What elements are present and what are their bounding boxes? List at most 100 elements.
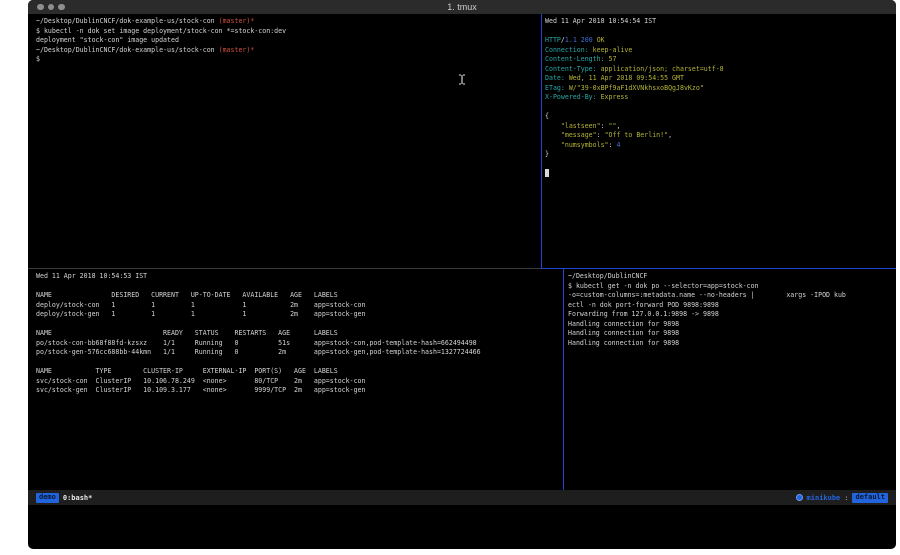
terminal-line: deploy/stock-gen 1 1 1 1 2m app=stock-ge… xyxy=(36,310,563,320)
terminal-line: NAME READY STATUS RESTARTS AGE LABELS xyxy=(36,329,563,339)
terminal-text-segment: Content-Type: xyxy=(545,65,597,73)
terminal-line: "numsymbols": 4 xyxy=(545,141,896,151)
terminal-line xyxy=(545,169,896,179)
terminal-text-segment: Handling connection for 9898 xyxy=(568,320,679,328)
terminal-text-segment: { xyxy=(545,112,549,120)
terminal-text-segment: } xyxy=(545,150,549,158)
terminal-text-segment: po/stock-gen-576cc688bb-44kmn 1/1 Runnin… xyxy=(36,348,481,356)
terminal-line: } xyxy=(545,150,896,160)
terminal-text-segment: NAME READY STATUS RESTARTS AGE LABELS xyxy=(36,329,338,337)
terminal-line xyxy=(36,282,563,292)
terminal-line: ectl -n dok port-forward POD 9898:9898 xyxy=(568,301,896,311)
terminal-text-segment xyxy=(545,131,561,139)
tmux-status-bar: demo 0:bash* minikube : default xyxy=(28,490,896,505)
terminal-text-segment: ectl -n dok port-forward POD 9898:9898 xyxy=(568,301,719,309)
terminal-line: svc/stock-gen ClusterIP 10.109.3.177 <no… xyxy=(36,386,563,396)
terminal-line: svc/stock-con ClusterIP 10.106.78.249 <n… xyxy=(36,377,563,387)
terminal-text-segment: X-Powered-By: xyxy=(545,93,597,101)
terminal-text-segment: ~/Desktop/DublinCNCF xyxy=(568,272,647,280)
terminal-line: { xyxy=(545,112,896,122)
terminal-line: "message": "Off to Berlin!", xyxy=(545,131,896,141)
terminal-text-segment: NAME TYPE CLUSTER-IP EXTERNAL-IP PORT(S)… xyxy=(36,367,338,375)
terminal-line: Connection: keep-alive xyxy=(545,46,896,56)
terminal-text-segment: (master)* xyxy=(215,46,255,54)
terminal-text-segment: $ kubectl get -n dok po --selector=app=s… xyxy=(568,282,759,290)
terminal-text-segment: HTTP xyxy=(545,36,561,44)
terminal-line: Handling connection for 9898 xyxy=(568,339,896,349)
status-right: minikube : default xyxy=(796,493,888,503)
terminal-line xyxy=(36,358,563,368)
terminal-line: Content-Type: application/json; charset=… xyxy=(545,65,896,75)
terminal-text-segment: Handling connection for 9898 xyxy=(568,339,679,347)
terminal-text-segment: svc/stock-gen ClusterIP 10.109.3.177 <no… xyxy=(36,386,366,394)
terminal-line: deploy/stock-con 1 1 1 1 2m app=stock-co… xyxy=(36,301,563,311)
kube-namespace-badge: default xyxy=(852,493,888,503)
kubernetes-icon xyxy=(796,494,803,501)
terminal-line: deployment "stock-con" image updated xyxy=(36,36,541,46)
terminal-line: Wed 11 Apr 2018 10:54:54 IST xyxy=(545,17,896,27)
minimize-button[interactable] xyxy=(48,4,55,11)
terminal-text-segment: Wed 11 Apr 2018 10:54:53 IST xyxy=(36,272,147,280)
terminal-line xyxy=(545,160,896,170)
terminal-text-segment: ~/Desktop/DublinCNCF/dok-example-us/stoc… xyxy=(36,46,215,54)
terminal-text-segment: W/"39-0xBPf9aF1dXVNkhsxoBQgJ8vKzo" xyxy=(565,84,704,92)
context-separator: : xyxy=(844,494,848,502)
pane-top-left-shell[interactable]: ~/Desktop/DublinCNCF/dok-example-us/stoc… xyxy=(28,14,541,268)
terminal-line xyxy=(36,320,563,330)
titlebar[interactable]: 1. tmux xyxy=(28,0,896,14)
terminal-line xyxy=(545,103,896,113)
terminal-text-segment: "numsymbols" xyxy=(561,141,609,149)
terminal-text-segment: Date: xyxy=(545,74,565,82)
terminal-line xyxy=(545,27,896,37)
terminal-text-segment: -o=custom-columns=:metadata.name --no-he… xyxy=(568,291,846,299)
terminal-text-segment xyxy=(545,141,561,149)
terminal-line: Forwarding from 127.0.0.1:9898 -> 9898 xyxy=(568,310,896,320)
terminal-text-segment: ETag: xyxy=(545,84,565,92)
terminal-line: X-Powered-By: Express xyxy=(545,93,896,103)
terminal-line: Content-Length: 57 xyxy=(545,55,896,65)
traffic-lights xyxy=(37,4,65,11)
pane-bottom-left-kubectl-watch[interactable]: Wed 11 Apr 2018 10:54:53 IST NAME DESIRED… xyxy=(28,269,563,490)
terminal-line: -o=custom-columns=:metadata.name --no-he… xyxy=(568,291,896,301)
window-title: 1. tmux xyxy=(28,2,896,12)
block-cursor xyxy=(545,169,549,177)
terminal-line: $ kubectl -n dok set image deployment/st… xyxy=(36,27,541,37)
terminal-text-segment: Forwarding from 127.0.0.1:9898 -> 9898 xyxy=(568,310,719,318)
terminal-line: $ kubectl get -n dok po --selector=app=s… xyxy=(568,282,896,292)
terminal-line: ~/Desktop/DublinCNCF/dok-example-us/stoc… xyxy=(36,17,541,27)
kube-context-label: minikube xyxy=(807,494,841,502)
terminal-line: ETag: W/"39-0xBPf9aF1dXVNkhsxoBQgJ8vKzo" xyxy=(545,84,896,94)
terminal-text-segment: 4 xyxy=(616,141,620,149)
terminal-line: NAME TYPE CLUSTER-IP EXTERNAL-IP PORT(S)… xyxy=(36,367,563,377)
terminal-text-segment: 57 xyxy=(605,55,617,63)
terminal-text-segment: po/stock-con-bb68f88fd-kzsxz 1/1 Running… xyxy=(36,339,477,347)
terminal-line: po/stock-con-bb68f88fd-kzsxz 1/1 Running… xyxy=(36,339,563,349)
terminal-text-segment: (master)* xyxy=(215,17,255,25)
pane-top-right-http-watch[interactable]: Wed 11 Apr 2018 10:54:54 IST HTTP/1.1 200… xyxy=(542,14,896,268)
terminal-line: ~/Desktop/DublinCNCF/dok-example-us/stoc… xyxy=(36,46,541,56)
terminal-text-segment: $ xyxy=(36,55,40,63)
terminal-line: Handling connection for 9898 xyxy=(568,329,896,339)
terminal-text-segment: ~/Desktop/DublinCNCF/dok-example-us/stoc… xyxy=(36,17,215,25)
terminal-text-segment: svc/stock-con ClusterIP 10.106.78.249 <n… xyxy=(36,377,366,385)
terminal-text-segment: : xyxy=(601,122,609,130)
terminal-text-segment: NAME DESIRED CURRENT UP-TO-DATE AVAILABL… xyxy=(36,291,338,299)
terminal-line: "lastseen": "", xyxy=(545,122,896,132)
terminal-text-segment: keep-alive xyxy=(589,46,633,54)
terminal-text-segment: $ kubectl -n dok set image deployment/st… xyxy=(36,27,286,35)
terminal-text-segment: , xyxy=(668,131,672,139)
terminal-text-segment xyxy=(545,122,561,130)
close-button[interactable] xyxy=(37,4,44,11)
terminal-text-segment: "" xyxy=(609,122,617,130)
terminal-line: HTTP/1.1 200 OK xyxy=(545,36,896,46)
terminal-text-segment: Connection: xyxy=(545,46,589,54)
terminal-text-segment: deploy/stock-con 1 1 1 1 2m app=stock-co… xyxy=(36,301,366,309)
terminal-text-segment: : xyxy=(597,131,605,139)
terminal-line: Wed 11 Apr 2018 10:54:53 IST xyxy=(36,272,563,282)
terminal-text-segment: Wed 11 Apr 2018 10:54:54 IST xyxy=(545,17,656,25)
terminal-text-segment: deploy/stock-gen 1 1 1 1 2m app=stock-ge… xyxy=(36,310,366,318)
window-label[interactable]: 0:bash* xyxy=(63,494,93,502)
terminal-line: $ xyxy=(36,55,541,65)
zoom-button[interactable] xyxy=(58,4,65,11)
pane-bottom-right-port-forward[interactable]: ~/Desktop/DublinCNCF $ kubectl get -n dok… xyxy=(564,269,896,490)
